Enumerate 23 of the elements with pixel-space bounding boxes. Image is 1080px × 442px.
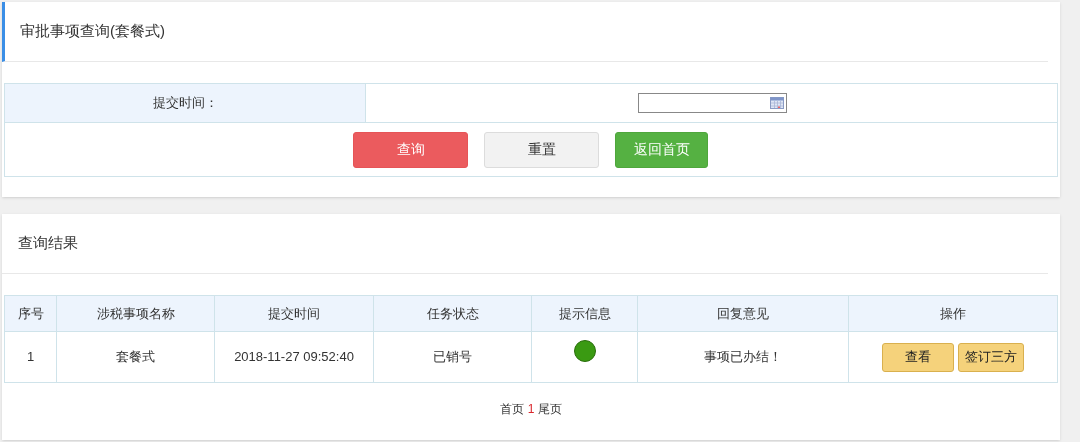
row-action-button[interactable]: 查看 bbox=[882, 342, 954, 372]
table-cell: 套餐式 bbox=[57, 332, 215, 382]
column-header: 涉税事项名称 bbox=[57, 296, 215, 331]
column-header: 序号 bbox=[5, 296, 57, 331]
column-header: 提示信息 bbox=[532, 296, 638, 331]
first-page-link[interactable]: 首页 bbox=[499, 400, 524, 418]
last-page-link[interactable]: 尾页 bbox=[538, 400, 563, 418]
table-cell: 2018-11-27 09:52:40 bbox=[215, 332, 374, 382]
panel-title: 查询结果 bbox=[18, 233, 78, 254]
page-link[interactable]: 1 bbox=[527, 400, 535, 418]
table-cell: 1 bbox=[5, 332, 57, 382]
table-cell: 已销号 bbox=[374, 332, 532, 382]
column-header: 提交时间 bbox=[215, 296, 374, 331]
action-button[interactable]: 重置 bbox=[484, 131, 599, 168]
column-header: 操作 bbox=[939, 304, 967, 323]
panel-title: 审批事项查询(套餐式) bbox=[20, 21, 165, 42]
calendar-icon[interactable] bbox=[770, 97, 784, 109]
table-cell: 事项已办结！ bbox=[638, 332, 849, 382]
column-header: 任务状态 bbox=[374, 296, 532, 331]
field-label: 提交时间： bbox=[152, 94, 218, 113]
row-action-button[interactable]: 签订三方 bbox=[958, 342, 1024, 372]
column-header: 回复意见 bbox=[638, 296, 849, 331]
date-field[interactable] bbox=[638, 93, 787, 113]
